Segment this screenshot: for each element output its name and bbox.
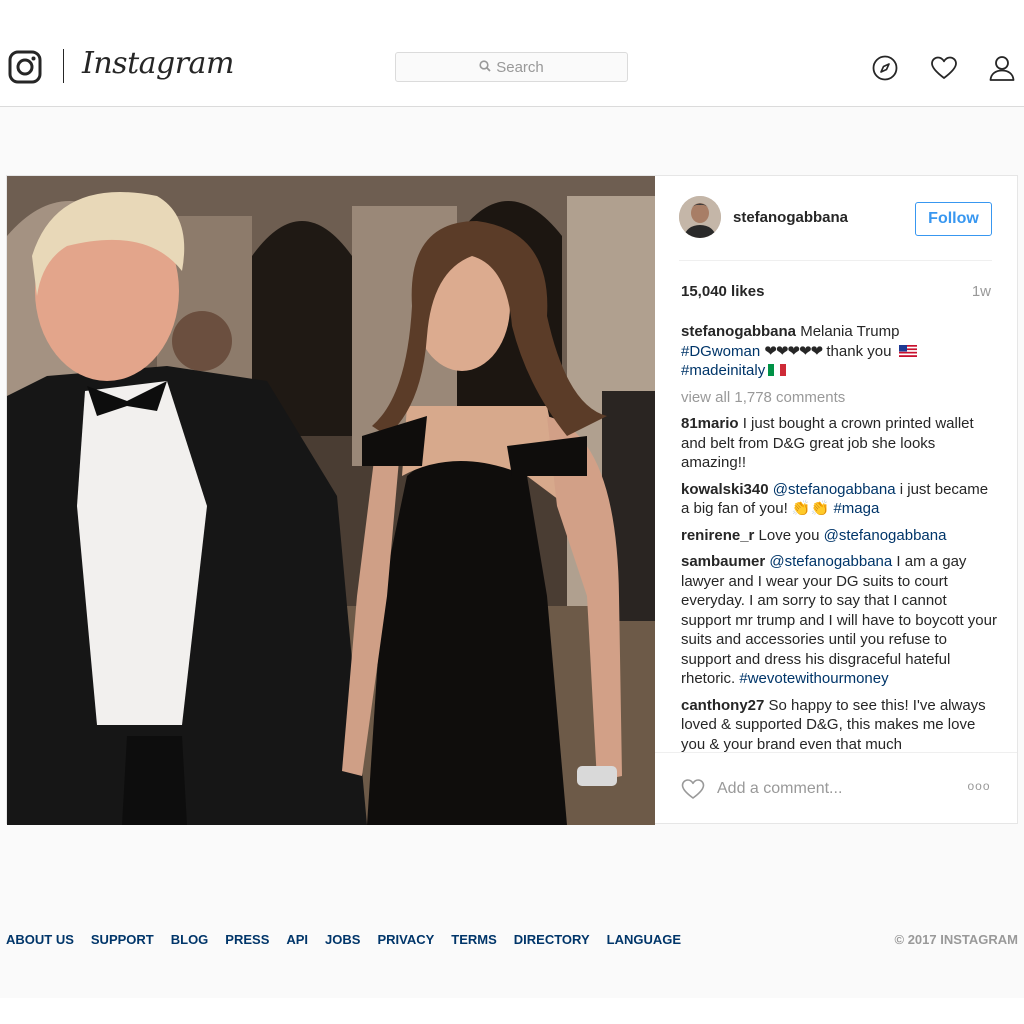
add-comment-row: ooo	[655, 753, 1017, 825]
comment-item: sambaumer @stefanogabbana I am a gay law…	[681, 552, 997, 689]
comment-mention[interactable]: @stefanogabbana	[773, 481, 896, 498]
comment-item: 81mario I just bought a crown printed wa…	[681, 414, 997, 473]
comment-hashtag[interactable]: #wevotewithourmoney	[739, 670, 888, 687]
comment-mention[interactable]: @stefanogabbana	[824, 527, 947, 544]
footer-link-privacy[interactable]: PRIVACY	[377, 932, 434, 947]
post-photo[interactable]	[7, 176, 655, 825]
comment-item: kowalski340 @stefanogabbana i just becam…	[681, 480, 997, 519]
search-placeholder: Search	[496, 58, 544, 76]
footer-links: ABOUT US SUPPORT BLOG PRESS API JOBS PRI…	[6, 932, 681, 947]
search-box[interactable]: Search	[395, 52, 628, 82]
add-comment-input[interactable]	[717, 777, 947, 801]
heart-icon[interactable]	[930, 54, 958, 82]
comment-username[interactable]: renirene_r	[681, 527, 754, 544]
footer-link-blog[interactable]: BLOG	[171, 932, 209, 947]
view-all-comments-link[interactable]: view all 1,778 comments	[681, 388, 997, 408]
us-flag-icon	[898, 344, 917, 357]
footer-link-terms[interactable]: TERMS	[451, 932, 497, 947]
comment-username[interactable]: canthony27	[681, 697, 764, 714]
caption-text: Melania Trump	[800, 323, 900, 340]
footer-link-directory[interactable]: DIRECTORY	[514, 932, 590, 947]
footer-link-about-us[interactable]: ABOUT US	[6, 932, 74, 947]
compass-icon[interactable]	[871, 54, 899, 82]
post-details: stefanogabbana Follow 15,040 likes 1w st…	[655, 176, 1017, 825]
logo-divider	[63, 49, 64, 83]
search-icon	[479, 59, 491, 76]
comment-item: canthony27 So happy to see this! I've al…	[681, 696, 997, 753]
caption-hashtag[interactable]: #DGwoman	[681, 343, 760, 360]
comment-item: renirene_r Love you @stefanogabbana	[681, 526, 997, 546]
clapping-hands-emoji: 👏👏	[791, 500, 830, 517]
italy-flag-icon	[768, 364, 787, 376]
author-avatar[interactable]	[679, 196, 721, 238]
footer-link-jobs[interactable]: JOBS	[325, 932, 360, 947]
post-author-row: stefanogabbana Follow	[655, 176, 1017, 260]
comment-hashtag[interactable]: #maga	[833, 500, 879, 517]
bottom-strip	[0, 998, 1024, 1024]
caption-hashtag[interactable]: #madeinitaly	[681, 362, 765, 379]
instagram-wordmark[interactable]: Instagram	[82, 46, 234, 81]
comments-list[interactable]: stefanogabbana Melania Trump #DGwoman ❤❤…	[681, 322, 997, 752]
caption: stefanogabbana Melania Trump #DGwoman ❤❤…	[681, 322, 997, 381]
footer-link-api[interactable]: API	[286, 932, 308, 947]
post-card: stefanogabbana Follow 15,040 likes 1w st…	[6, 175, 1018, 825]
comment-username[interactable]: kowalski340	[681, 481, 769, 498]
like-heart-icon[interactable]	[681, 777, 705, 801]
copyright: © 2017 INSTAGRAM	[894, 932, 1018, 947]
follow-button[interactable]: Follow	[915, 202, 992, 236]
caption-hearts: ❤❤❤❤❤	[764, 342, 823, 360]
comment-text: I am a gay lawyer and I wear your DG sui…	[681, 553, 997, 687]
profile-icon[interactable]	[988, 54, 1016, 82]
post-photo-illustration	[7, 176, 655, 825]
footer-link-press[interactable]: PRESS	[225, 932, 269, 947]
footer: ABOUT US SUPPORT BLOG PRESS API JOBS PRI…	[0, 932, 1024, 952]
caption-thanks: thank you	[826, 342, 892, 360]
instagram-logo-icon[interactable]	[8, 50, 42, 84]
footer-link-support[interactable]: SUPPORT	[91, 932, 154, 947]
post-age[interactable]: 1w	[972, 283, 991, 300]
top-nav-bar: Instagram Search	[0, 0, 1024, 107]
caption-username[interactable]: stefanogabbana	[681, 323, 796, 340]
footer-link-language[interactable]: LANGUAGE	[607, 932, 681, 947]
comment-username[interactable]: sambaumer	[681, 553, 765, 570]
comment-text: Love you	[758, 526, 820, 544]
likes-count[interactable]: 15,040 likes	[681, 283, 764, 300]
author-username[interactable]: stefanogabbana	[733, 209, 848, 226]
comment-username[interactable]: 81mario	[681, 415, 739, 432]
divider	[679, 260, 992, 261]
more-options-icon[interactable]: ooo	[965, 779, 993, 799]
comment-mention[interactable]: @stefanogabbana	[769, 553, 892, 570]
